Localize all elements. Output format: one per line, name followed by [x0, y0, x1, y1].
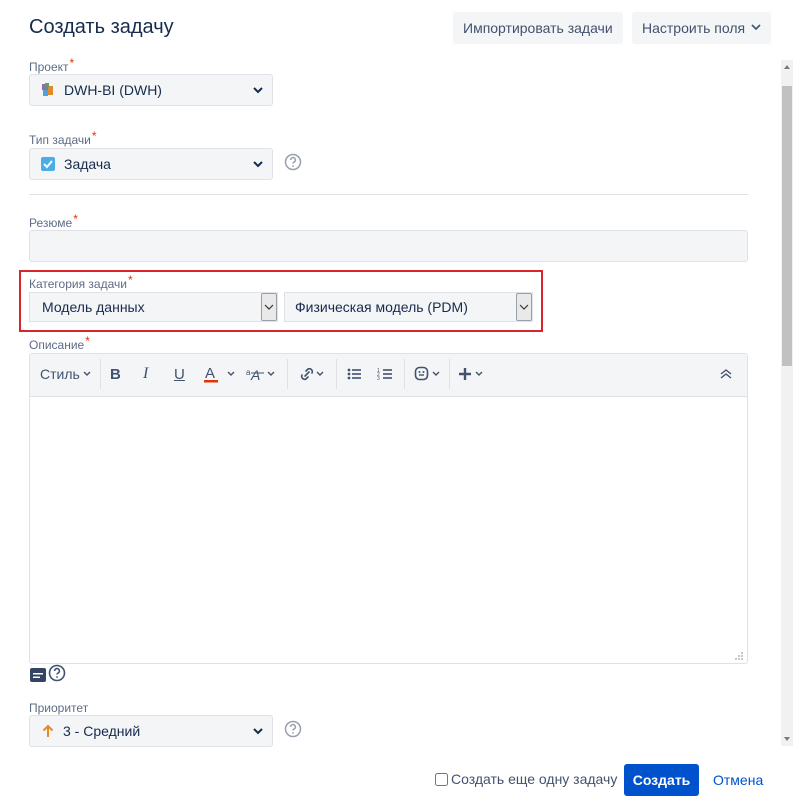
required-marker: * [69, 56, 75, 70]
priority-value: 3 - Средний [63, 723, 141, 739]
configure-fields-label: Настроить поля [642, 20, 746, 36]
priority-label: Приоритет [29, 701, 89, 715]
svg-text:A: A [250, 367, 260, 383]
category-value-secondary: Физическая модель (PDM) [295, 299, 468, 315]
create-another-option[interactable]: Создать еще одну задачу [435, 771, 617, 787]
toolbar-separator [404, 359, 405, 389]
scrollbar-thumb[interactable] [782, 86, 792, 366]
category-label-text: Категория задачи [29, 277, 127, 291]
create-button[interactable]: Создать [624, 764, 699, 796]
configure-fields-button[interactable]: Настроить поля [632, 12, 772, 44]
toolbar-separator [449, 359, 450, 389]
priority-medium-icon [42, 724, 54, 737]
toolbar-separator [287, 359, 288, 389]
bold-icon[interactable]: B [110, 364, 121, 384]
create-another-label: Создать еще одну задачу [451, 771, 618, 787]
chevron-down-icon [264, 304, 274, 310]
project-value: DWH-BI (DWH) [64, 82, 162, 98]
category-value-primary: Модель данных [42, 299, 145, 315]
required-marker: * [91, 129, 97, 143]
category-dropdown-button[interactable] [261, 293, 277, 321]
required-marker: * [127, 273, 133, 287]
scroll-up-icon[interactable] [782, 62, 792, 72]
more-formatting-icon[interactable]: aA [246, 364, 276, 384]
description-textarea[interactable] [30, 397, 747, 663]
category-select-secondary[interactable]: Физическая модель (PDM) [284, 292, 533, 322]
chevron-down-icon [253, 87, 263, 94]
category-label: Категория задачи* [29, 273, 133, 291]
scroll-down-icon[interactable] [782, 734, 792, 744]
task-checkbox-icon [41, 157, 55, 171]
help-icon[interactable] [284, 720, 302, 738]
style-label: Стиль [40, 366, 80, 382]
project-avatar-icon [42, 83, 53, 96]
collapse-toolbar-icon[interactable] [719, 364, 733, 384]
category-dropdown-button[interactable] [516, 293, 532, 321]
help-icon[interactable] [48, 664, 66, 682]
italic-icon[interactable]: I [143, 364, 148, 384]
issue-type-label-text: Тип задачи [29, 133, 91, 147]
summary-input[interactable] [29, 230, 748, 262]
issue-type-value: Задача [64, 156, 111, 172]
required-marker: * [85, 334, 90, 348]
style-dropdown[interactable]: Стиль [40, 364, 91, 384]
bullet-list-icon[interactable] [346, 364, 362, 384]
create-another-checkbox[interactable] [435, 772, 448, 786]
svg-text:3: 3 [377, 376, 380, 382]
insert-more-icon[interactable] [458, 364, 488, 384]
divider [29, 194, 748, 195]
required-marker: * [73, 212, 78, 226]
dialog-title: Создать задачу [29, 16, 174, 38]
description-label: Описание* [29, 334, 90, 352]
underline-icon[interactable]: U [174, 364, 185, 384]
chevron-down-icon [83, 371, 91, 376]
wiki-markup-icon[interactable] [30, 668, 46, 682]
help-icon[interactable] [284, 153, 302, 171]
category-select-primary[interactable]: Модель данных [29, 292, 278, 322]
import-issues-button[interactable]: Импортировать задачи [453, 12, 623, 44]
emoticon-icon[interactable] [414, 364, 444, 384]
text-color-icon[interactable]: A [203, 364, 235, 384]
chevron-down-icon [253, 161, 263, 168]
issue-type-label: Тип задачи* [29, 129, 97, 147]
chevron-down-icon [519, 304, 529, 310]
link-icon[interactable] [297, 364, 327, 384]
toolbar-separator [336, 359, 337, 389]
svg-text:A: A [205, 365, 215, 382]
summary-label: Резюме* [29, 212, 78, 230]
resize-handle-icon[interactable] [734, 651, 744, 661]
description-label-text: Описание [29, 338, 85, 352]
issue-type-select[interactable]: Задача [29, 148, 273, 180]
toolbar-separator [100, 359, 101, 389]
numbered-list-icon[interactable]: 123 [377, 364, 393, 384]
summary-label-text: Резюме [29, 216, 73, 230]
project-select[interactable]: DWH-BI (DWH) [29, 74, 273, 106]
priority-select[interactable]: 3 - Средний [29, 715, 273, 747]
project-label-text: Проект [29, 60, 69, 74]
cancel-link[interactable]: Отмена [713, 772, 763, 788]
project-label: Проект* [29, 56, 74, 74]
chevron-down-icon [751, 24, 761, 31]
chevron-down-icon [253, 728, 263, 735]
